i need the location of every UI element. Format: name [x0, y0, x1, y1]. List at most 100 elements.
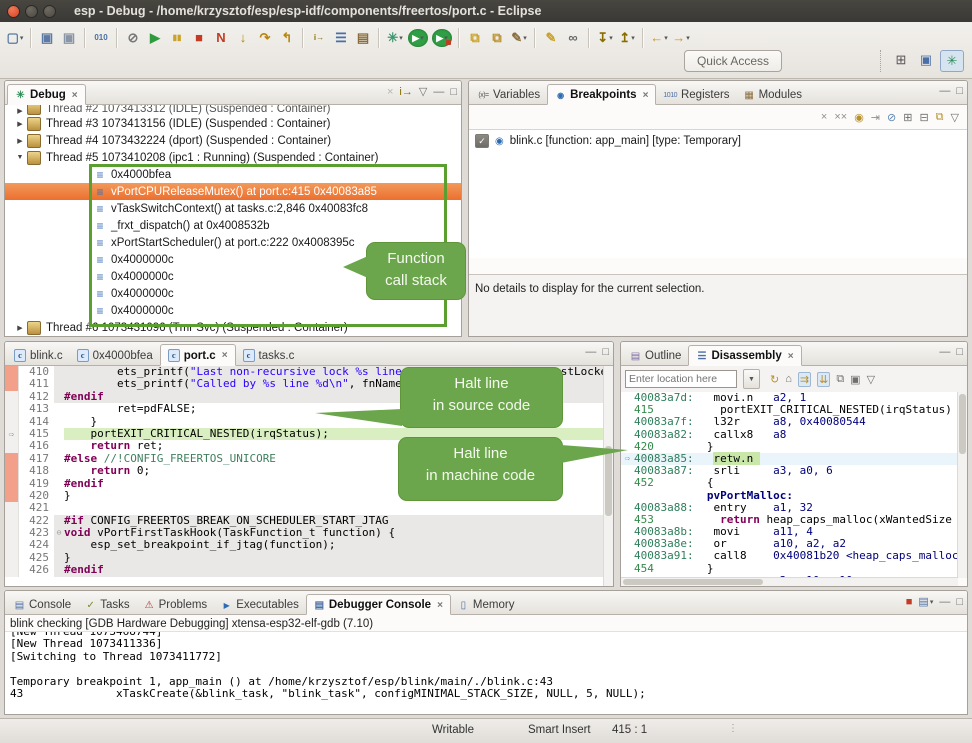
step-return-button[interactable]: ↰ — [276, 26, 298, 50]
step-over-button[interactable]: ↷ — [254, 26, 276, 50]
highlight-button[interactable]: ✎ — [540, 26, 562, 50]
remove-breakpoint-icon[interactable]: × — [821, 111, 827, 123]
save-all-button[interactable]: ▣ — [58, 26, 80, 50]
sync-active-context-icon[interactable]: ⇉ — [798, 372, 811, 387]
forward-button[interactable]: →▾ — [670, 26, 692, 50]
maximize-icon[interactable]: □ — [450, 86, 457, 98]
remove-all-terminated-icon[interactable]: × — [387, 86, 393, 98]
open-resource-button[interactable]: ⧉ — [486, 26, 508, 50]
tab-variables[interactable]: (x)= Variables — [471, 85, 547, 104]
external-tools-button[interactable]: ▶▾ — [432, 29, 452, 47]
refresh-icon[interactable]: ↻ — [770, 372, 779, 387]
suspend-button[interactable]: ▮▮ — [166, 26, 188, 50]
new-view-icon[interactable]: ⧉ — [836, 372, 844, 387]
debug-perspective-button[interactable]: ✳ — [940, 50, 964, 72]
collapse-all-icon[interactable]: ⊟ — [919, 111, 928, 124]
minimize-icon[interactable]: — — [939, 85, 950, 97]
location-dropdown-icon[interactable]: ▼ — [743, 369, 760, 389]
debug-thread-row[interactable]: ▶Thread #4 1073432224 (dport) (Suspended… — [5, 132, 461, 149]
binary-view-button[interactable]: 010 — [90, 26, 112, 50]
disassembly-hscrollbar[interactable] — [621, 577, 958, 586]
step-into-button[interactable]: ↓ — [232, 26, 254, 50]
tree-expander-icon[interactable]: ▶ — [13, 324, 27, 332]
next-annotation-button[interactable]: ↥▾ — [616, 26, 638, 50]
close-tab-icon[interactable]: × — [643, 90, 649, 101]
minimize-button[interactable] — [25, 5, 38, 18]
stack-frame-row[interactable]: ≡0x4000bfea — [5, 166, 461, 183]
tree-expander-icon[interactable]: ▶ — [13, 120, 27, 128]
instruction-stepping-icon[interactable]: i→ — [399, 86, 412, 98]
tree-expander-icon[interactable]: ▼ — [13, 154, 27, 161]
new-wizard-button[interactable]: ▢▾ — [4, 26, 26, 50]
search-button[interactable]: ✎▾ — [508, 26, 530, 50]
close-tab-icon[interactable]: × — [437, 600, 443, 611]
view-menu-icon[interactable]: ▽ — [419, 85, 427, 98]
tree-expander-icon[interactable]: ▶ — [13, 107, 27, 115]
dropdown-arrow-icon[interactable]: ▾ — [631, 34, 635, 42]
debug-thread-row[interactable]: ▶Thread #2 1073413312 (IDLE) (Suspended … — [5, 105, 461, 115]
minimize-icon[interactable]: — — [433, 86, 444, 98]
breakpoint-checkbox[interactable]: ✓ — [475, 134, 489, 148]
maximize-icon[interactable]: □ — [602, 346, 609, 358]
maximize-icon[interactable]: □ — [956, 346, 963, 358]
run-button[interactable]: ▶▾ — [408, 29, 428, 47]
editor-scrollbar[interactable] — [603, 366, 613, 586]
spectacles-button[interactable]: ∞ — [562, 26, 584, 50]
disassembly-listing[interactable]: 40083a7d: movi.n a2, 1415 portEXIT_CRITI… — [621, 392, 958, 578]
quick-access-button[interactable]: Quick Access — [684, 50, 782, 72]
save-button[interactable]: ▣ — [36, 26, 58, 50]
track-expression-icon[interactable]: ⇊ — [817, 372, 830, 387]
tab-0x4000bfea[interactable]: c 0x4000bfea — [70, 345, 160, 365]
disassembly-scrollbar[interactable] — [957, 392, 967, 578]
breakpoint-row[interactable]: ✓ ◉ blink.c [function: app_main] [type: … — [469, 132, 967, 150]
view-menu-icon[interactable]: ▽ — [951, 111, 959, 124]
link-with-debug-icon[interactable]: ⧉ — [936, 111, 944, 124]
skip-all-breakpoints-button[interactable]: ⊘ — [122, 26, 144, 50]
code-line-426[interactable]: 426#endif — [5, 564, 604, 576]
debug-thread-row[interactable]: ▶Thread #6 1073431096 (Tmr Svc) (Suspend… — [5, 319, 461, 336]
dropdown-arrow-icon[interactable]: ▾ — [420, 34, 424, 42]
tab-executables[interactable]: ▶ Executables — [214, 595, 306, 614]
go-to-file-icon[interactable]: ⇥ — [871, 111, 880, 124]
tab-port-c[interactable]: c port.c × — [160, 344, 236, 366]
remove-all-breakpoints-icon[interactable]: ×× — [834, 111, 847, 123]
code-line-424[interactable]: 424 esp_set_breakpoint_if_jtag(function)… — [5, 539, 604, 551]
close-tab-icon[interactable]: × — [222, 350, 228, 361]
debug-button[interactable]: ✳▾ — [384, 26, 406, 50]
open-task-button[interactable]: ⧉ — [464, 26, 486, 50]
tab-disassembly[interactable]: ☰ Disassembly × — [688, 345, 801, 366]
debug-thread-row[interactable]: ▼Thread #5 1073410208 (ipc1 : Running) (… — [5, 149, 461, 166]
dropdown-arrow-icon[interactable]: ▾ — [686, 34, 690, 42]
tab-debug[interactable]: ✳ Debug × — [7, 84, 86, 105]
stack-frame-row[interactable]: ≡vPortCPUReleaseMutex() at port.c:415 0x… — [5, 183, 461, 200]
minimize-icon[interactable]: — — [585, 346, 596, 358]
terminate-icon[interactable]: ■ — [906, 596, 913, 608]
tab-debugger-console[interactable]: ▤ Debugger Console × — [306, 594, 451, 615]
tree-expander-icon[interactable]: ▶ — [13, 137, 27, 145]
tab-console[interactable]: ▤ Console — [7, 595, 78, 614]
stack-frame-row[interactable]: ≡_frxt_dispatch() at 0x4008532b — [5, 217, 461, 234]
open-perspective-button[interactable]: ⊞ — [890, 50, 912, 70]
dropdown-arrow-icon[interactable]: ▾ — [20, 34, 24, 42]
maximize-icon[interactable]: □ — [956, 85, 963, 97]
stack-frame-row[interactable]: ≡0x4000000c — [5, 302, 461, 319]
close-tab-icon[interactable]: × — [72, 90, 78, 101]
dropdown-arrow-icon[interactable]: ▾ — [930, 598, 934, 606]
tab-memory[interactable]: ▯ Memory — [451, 595, 522, 614]
tab-problems[interactable]: ⚠ Problems — [137, 595, 215, 614]
tab-registers[interactable]: 1010 Registers — [656, 85, 736, 104]
minimize-icon[interactable]: — — [939, 596, 950, 608]
terminate-button[interactable]: ■ — [188, 26, 210, 50]
maximize-icon[interactable]: □ — [956, 596, 963, 608]
dropdown-arrow-icon[interactable]: ▾ — [664, 34, 668, 42]
cpp-perspective-button[interactable]: ▣ — [915, 50, 937, 70]
step-filters-button[interactable]: ▤ — [352, 26, 374, 50]
dropdown-arrow-icon[interactable]: ▾ — [399, 34, 403, 42]
tab-modules[interactable]: ▦ Modules — [737, 85, 809, 104]
minimize-icon[interactable]: — — [939, 346, 950, 358]
console-output[interactable]: [New Thread 1073468744][New Thread 10734… — [5, 631, 967, 700]
maximize-button[interactable] — [43, 5, 56, 18]
tab-breakpoints[interactable]: ◉ Breakpoints × — [547, 84, 656, 105]
last-edit-location-button[interactable]: ↧▾ — [594, 26, 616, 50]
location-input[interactable] — [625, 370, 737, 388]
